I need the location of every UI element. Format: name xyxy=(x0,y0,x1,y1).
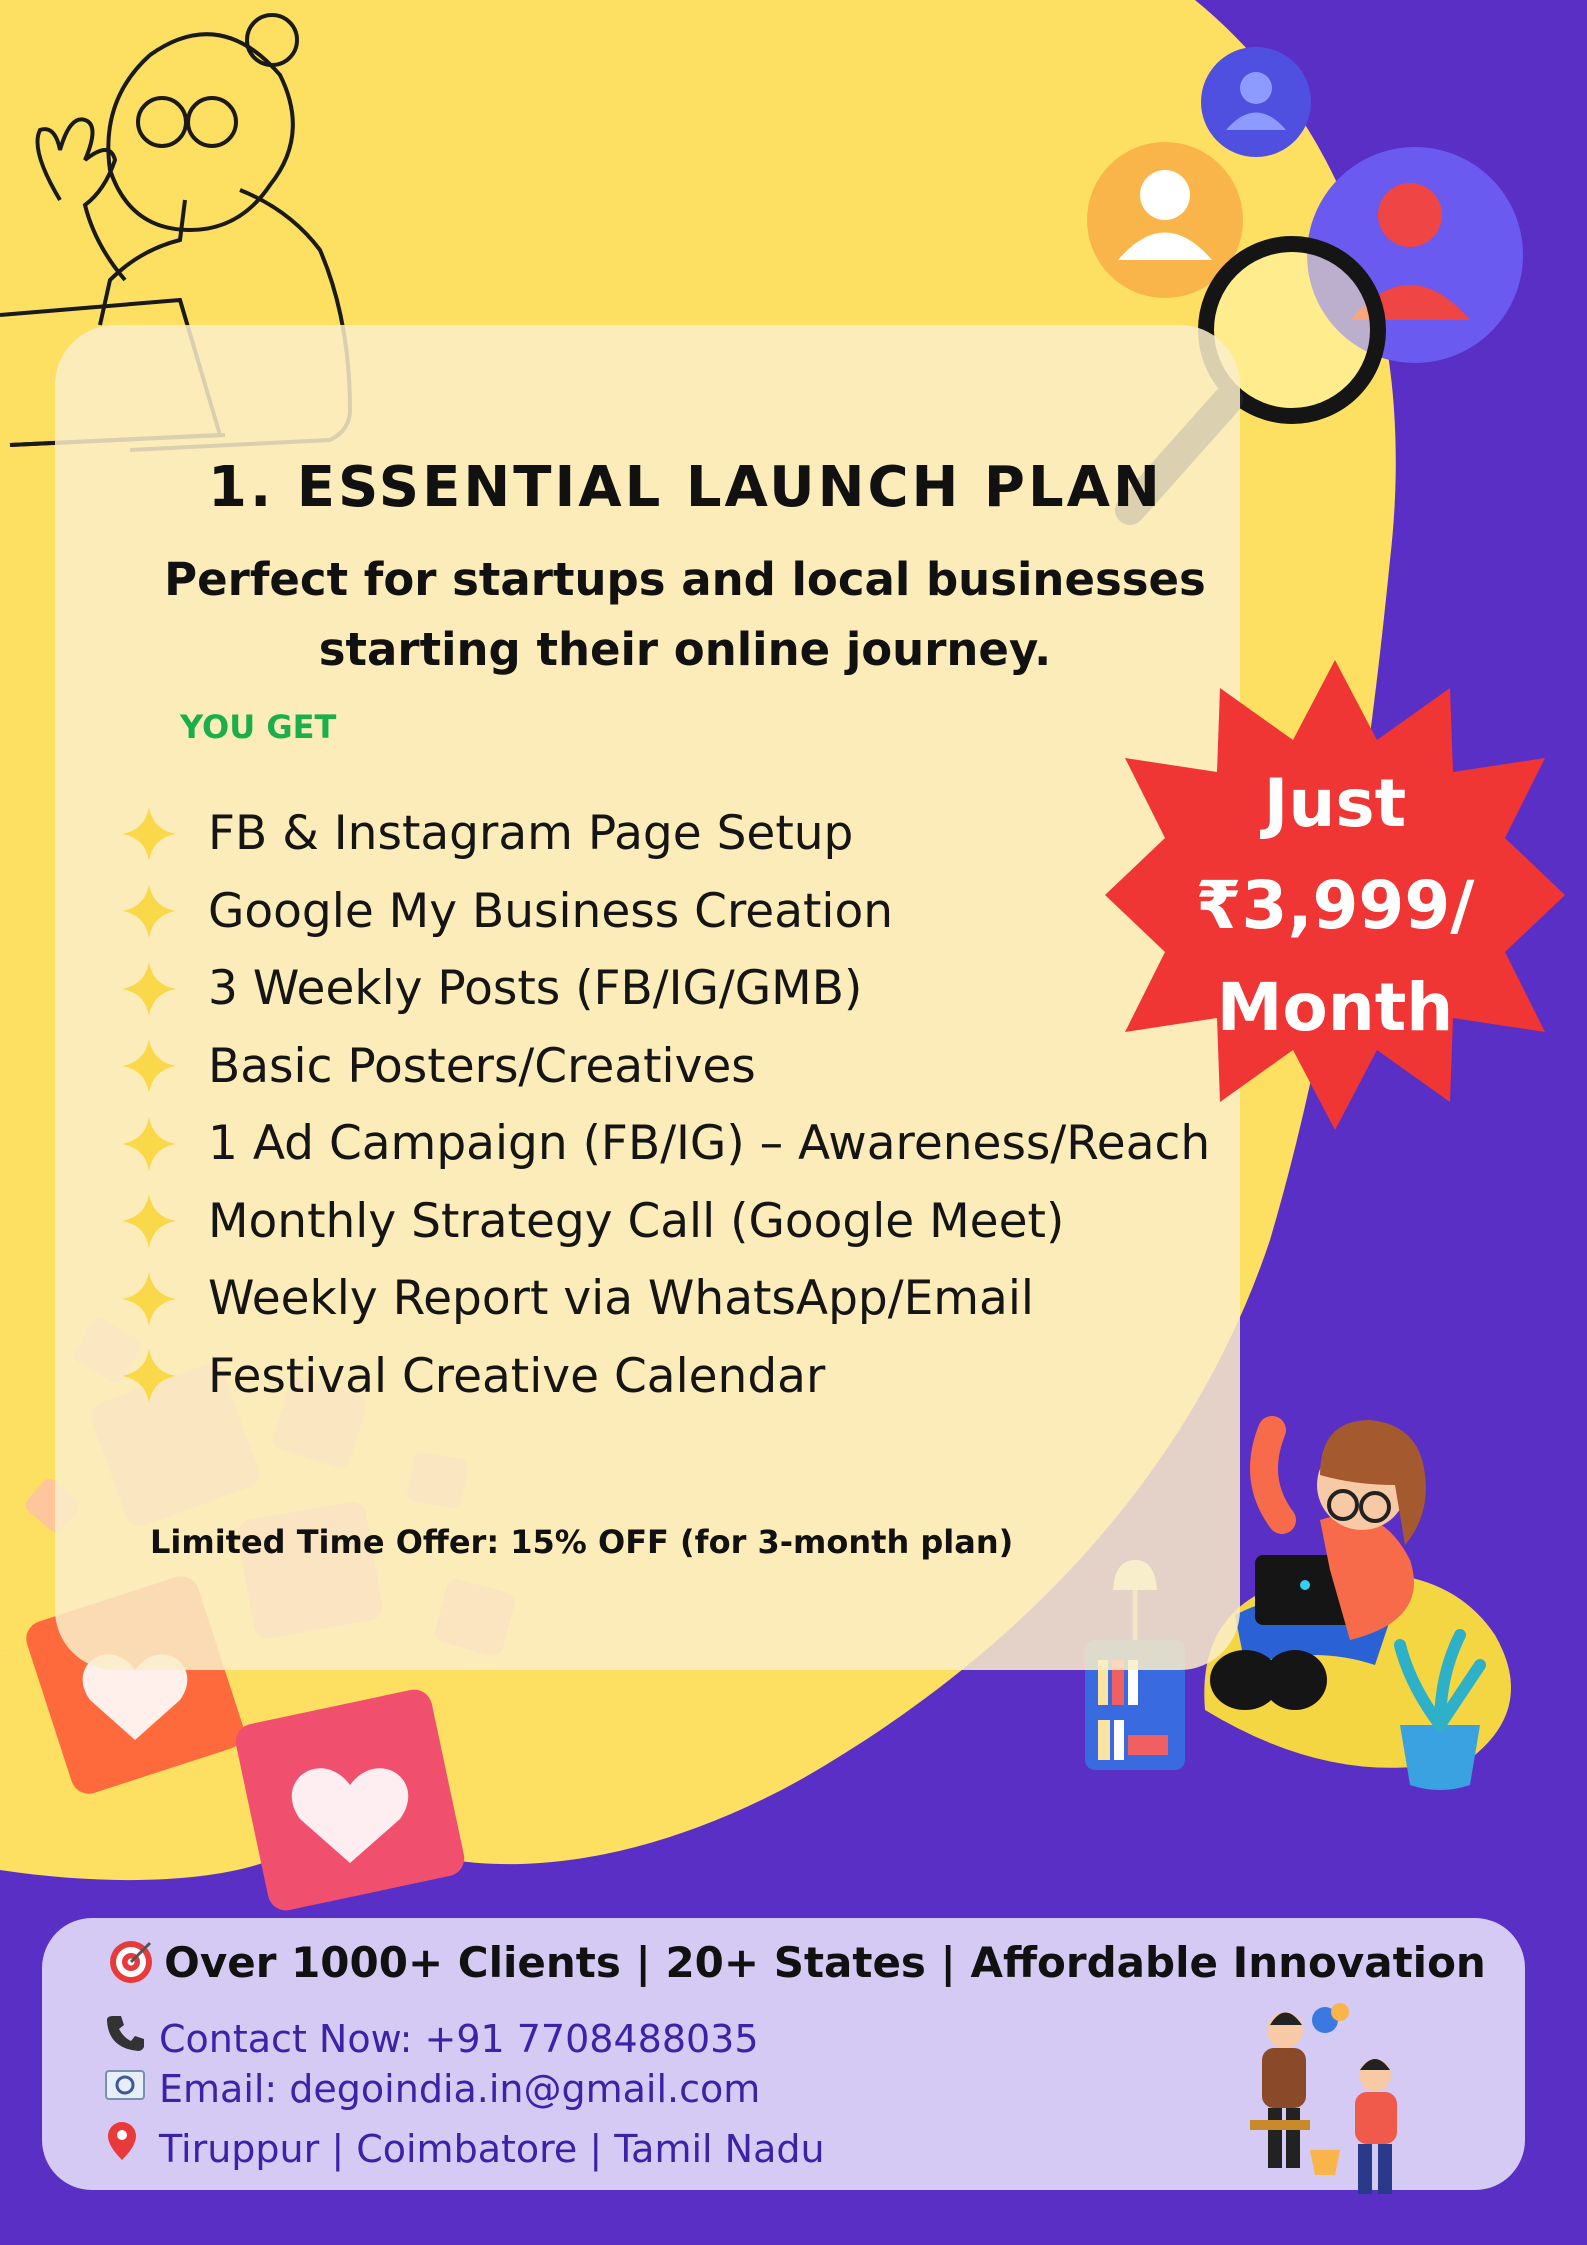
subtitle-line-2: starting their online journey. xyxy=(318,623,1052,676)
sparkle-icon xyxy=(121,1039,177,1094)
location-text: Tiruppur | Coimbatore | Tamil Nadu xyxy=(159,2127,825,2171)
feature-item: Weekly Report via WhatsApp/Email xyxy=(120,1260,1210,1338)
sparkle-icon xyxy=(121,1194,177,1249)
feature-item: 1 Ad Campaign (FB/IG) – Awareness/Reach xyxy=(120,1105,1210,1183)
price-line-2: ₹3,999/ xyxy=(1195,867,1475,944)
email-line[interactable]: Email: degoindia.in@gmail.com xyxy=(105,2067,760,2111)
subtitle-line-1: Perfect for startups and local businesse… xyxy=(164,553,1206,606)
email-text[interactable]: Email: degoindia.in@gmail.com xyxy=(159,2067,760,2111)
location-line: Tiruppur | Coimbatore | Tamil Nadu xyxy=(105,2120,825,2171)
feature-text: Weekly Report via WhatsApp/Email xyxy=(208,1271,1034,1327)
section-label: YOU GET xyxy=(180,708,337,746)
price-line-1: Just xyxy=(1263,765,1407,842)
consultation-illustration xyxy=(1250,2003,1397,2194)
price-line-3: Month xyxy=(1216,969,1454,1046)
feature-item: Google My Business Creation xyxy=(120,873,1210,951)
phone-icon xyxy=(105,2012,151,2061)
plan-subtitle: Perfect for startups and local businesse… xyxy=(110,545,1260,685)
feature-item: 3 Weekly Posts (FB/IG/GMB) xyxy=(120,950,1210,1028)
pin-icon xyxy=(105,2120,151,2171)
footer-tagline: Over 1000+ Clients | 20+ States | Afford… xyxy=(42,1938,1552,1987)
feature-list: FB & Instagram Page Setup Google My Busi… xyxy=(120,795,1210,1415)
feature-text: Google My Business Creation xyxy=(208,883,894,939)
offer-text: Limited Time Offer: 15% OFF (for 3-month… xyxy=(150,1523,1014,1561)
feature-item: FB & Instagram Page Setup xyxy=(120,795,1210,873)
sparkle-icon xyxy=(121,806,177,861)
feature-item: Festival Creative Calendar xyxy=(120,1338,1210,1416)
plan-title: 1. ESSENTIAL LAUNCH PLAN xyxy=(208,455,1163,520)
target-icon xyxy=(110,1941,153,1983)
sparkle-icon xyxy=(121,1271,177,1326)
price-badge-text: Just ₹3,999/ Month xyxy=(1080,753,1587,1059)
feature-text: Festival Creative Calendar xyxy=(208,1348,826,1404)
feature-text: FB & Instagram Page Setup xyxy=(208,806,854,862)
feature-item: Basic Posters/Creatives xyxy=(120,1028,1210,1106)
poster: 1. ESSENTIAL LAUNCH PLAN Perfect for sta… xyxy=(0,0,1587,2245)
feature-text: 1 Ad Campaign (FB/IG) – Awareness/Reach xyxy=(208,1116,1211,1172)
feature-item: Monthly Strategy Call (Google Meet) xyxy=(120,1183,1210,1261)
contact-line[interactable]: Contact Now: +91 7708488035 xyxy=(105,2012,759,2061)
feature-text: Monthly Strategy Call (Google Meet) xyxy=(208,1193,1065,1249)
email-icon xyxy=(105,2067,151,2111)
sparkle-icon xyxy=(121,1116,177,1171)
contact-text[interactable]: Contact Now: +91 7708488035 xyxy=(159,2017,759,2061)
sparkle-icon xyxy=(121,961,177,1016)
feature-text: Basic Posters/Creatives xyxy=(208,1038,756,1094)
sparkle-icon xyxy=(121,1349,177,1404)
feature-text: 3 Weekly Posts (FB/IG/GMB) xyxy=(208,961,863,1017)
sparkle-icon xyxy=(121,884,177,939)
tagline-text: Over 1000+ Clients | 20+ States | Afford… xyxy=(164,1938,1486,1987)
